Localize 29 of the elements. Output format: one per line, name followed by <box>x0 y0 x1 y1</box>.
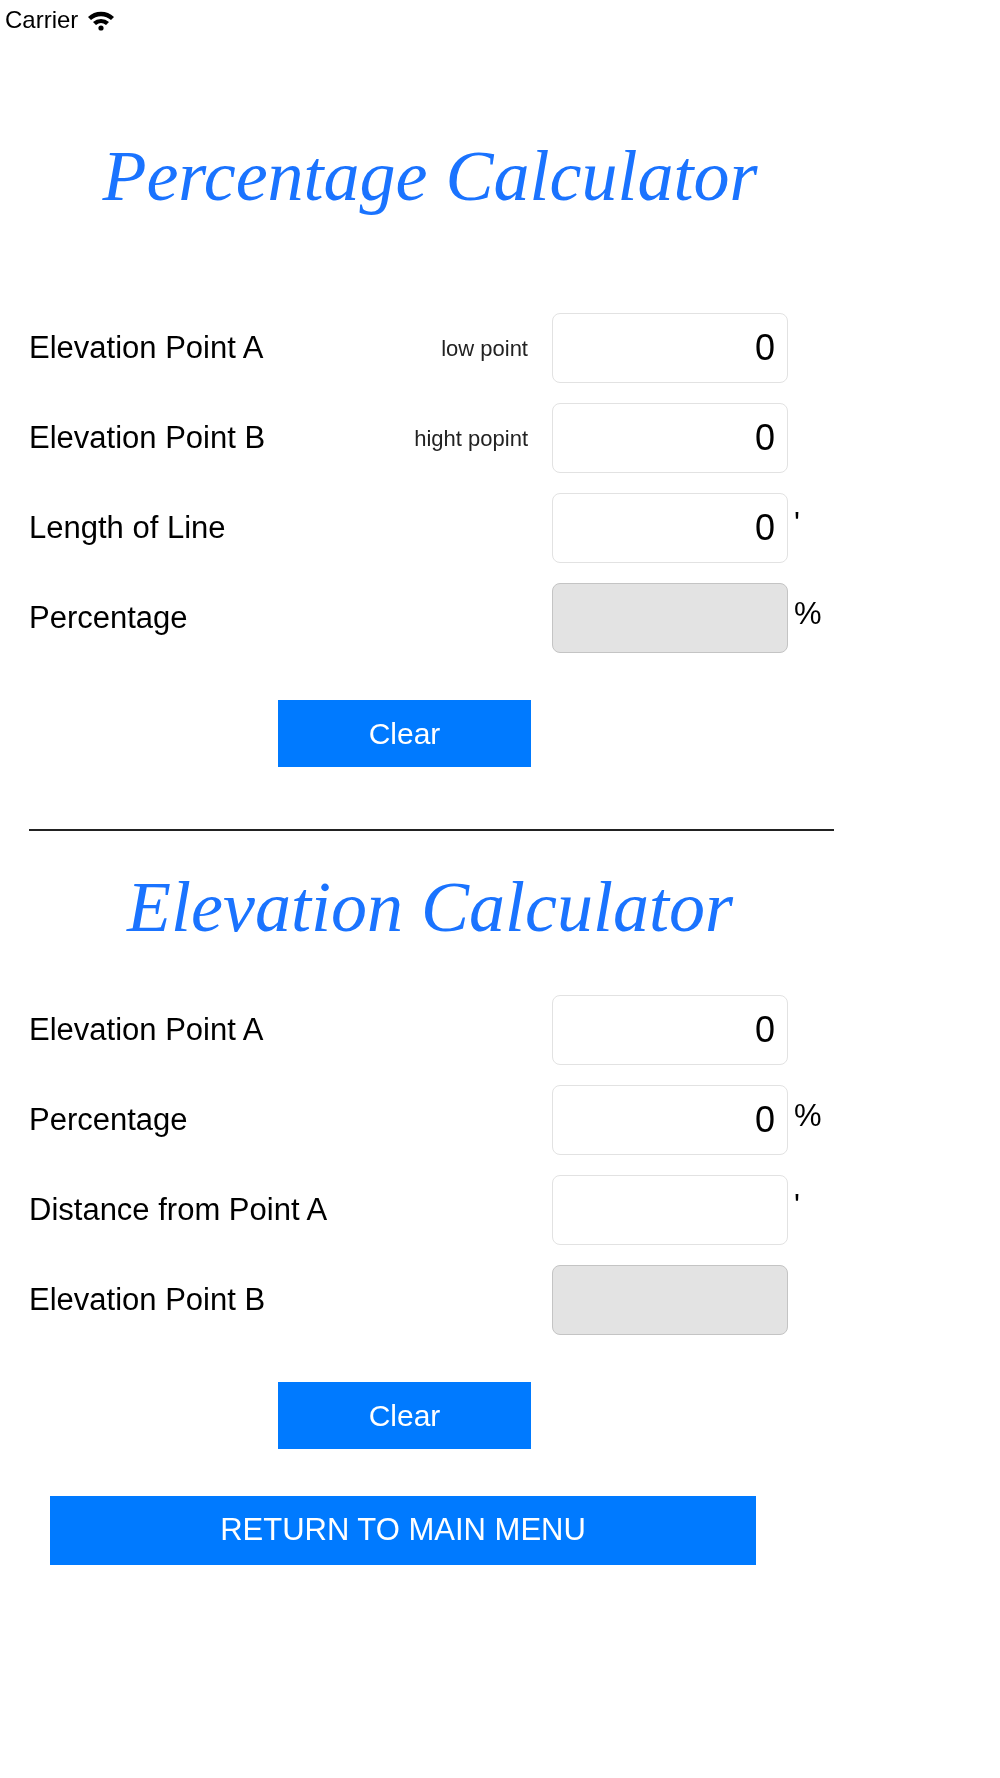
input-field[interactable]: 0 <box>552 1085 788 1155</box>
input-field[interactable]: 0 <box>552 995 788 1065</box>
return-button[interactable]: RETURN TO MAIN MENU <box>50 1496 756 1565</box>
input-field[interactable] <box>552 583 788 653</box>
field-hint: low point <box>441 334 528 363</box>
field-hint: hight popint <box>414 424 528 453</box>
wifi-icon <box>86 9 117 31</box>
clear-button[interactable]: Clear <box>278 1382 531 1449</box>
field-label: Elevation Point B <box>29 418 266 457</box>
input-field[interactable] <box>552 1265 788 1335</box>
field-label: Distance from Point A <box>29 1190 328 1229</box>
carrier-label: Carrier <box>5 5 79 35</box>
unit-label: ' <box>794 1187 800 1225</box>
field-label: Elevation Point B <box>29 1280 266 1319</box>
input-field[interactable]: 0 <box>552 493 788 563</box>
unit-label: ' <box>794 505 800 543</box>
clear-button[interactable]: Clear <box>278 700 531 767</box>
calculator-title: Percentage Calculator <box>102 135 758 218</box>
input-field[interactable]: 0 <box>552 403 788 473</box>
calculator-title: Elevation Calculator <box>127 866 733 949</box>
input-field[interactable] <box>552 1175 788 1245</box>
input-field[interactable]: 0 <box>552 313 788 383</box>
field-label: Length of Line <box>29 508 226 547</box>
field-label: Elevation Point A <box>29 1010 264 1049</box>
unit-label: % <box>794 595 822 633</box>
field-label: Percentage <box>29 598 188 637</box>
unit-label: % <box>794 1097 822 1135</box>
field-label: Percentage <box>29 1100 188 1139</box>
field-label: Elevation Point A <box>29 328 264 367</box>
